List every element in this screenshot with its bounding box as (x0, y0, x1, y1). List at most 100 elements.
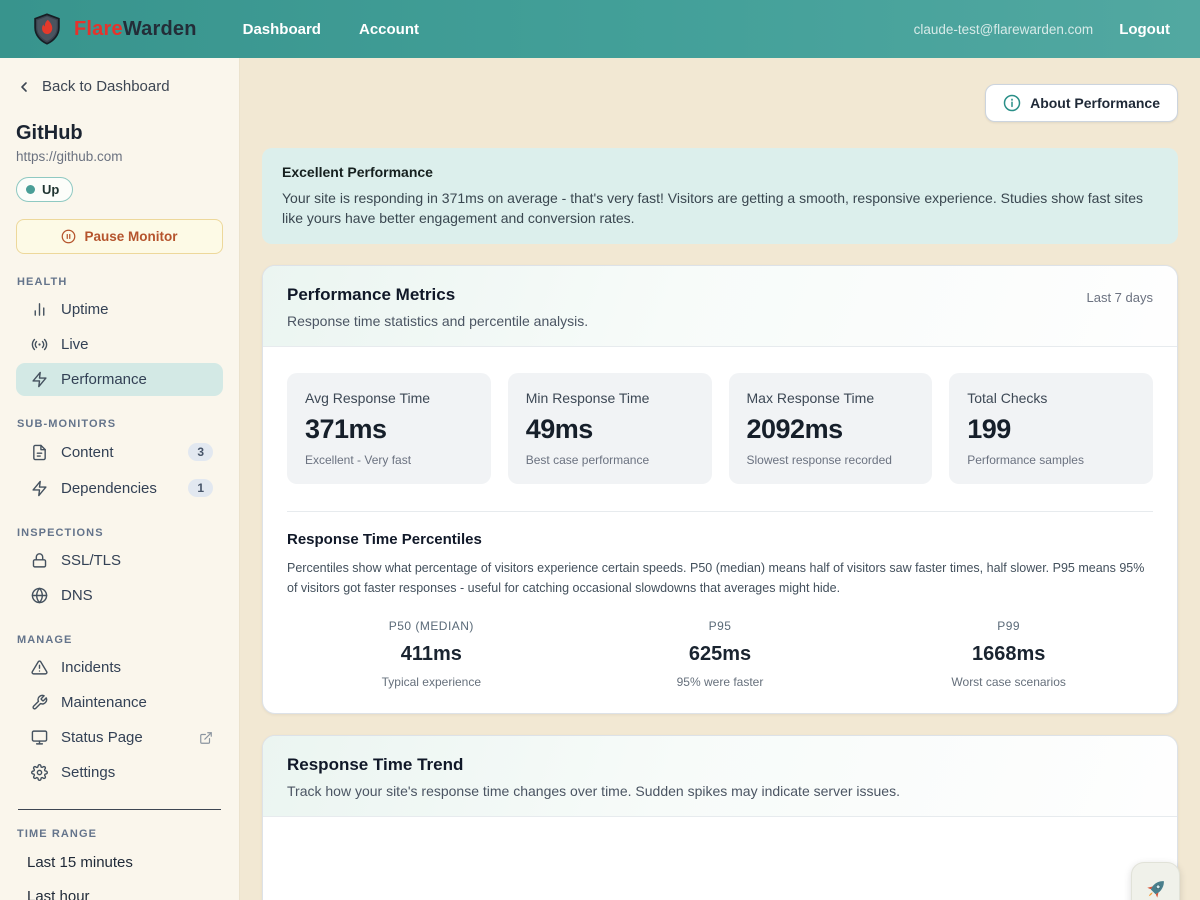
brand-logo[interactable]: FlareWarden (30, 12, 197, 46)
percentile-note: 95% were faster (576, 675, 865, 689)
sidebar-item-live[interactable]: Live (16, 328, 223, 361)
monitor-icon (31, 729, 48, 746)
response-time-trend-card: Response Time Trend Track how your site'… (262, 735, 1178, 900)
status-label: Up (42, 182, 59, 197)
sidebar-item-label: Incidents (61, 659, 121, 676)
about-performance-button[interactable]: About Performance (985, 84, 1178, 122)
broadcast-icon (31, 336, 48, 353)
back-to-dashboard-link[interactable]: Back to Dashboard (16, 78, 223, 95)
sidebar-item-label: Settings (61, 764, 115, 781)
section-label-manage: MANAGE (17, 634, 223, 646)
sidebar-item-label: Performance (61, 371, 147, 388)
stat-note: Excellent - Very fast (305, 453, 473, 467)
document-icon (31, 444, 48, 461)
sidebar-item-label: Content (61, 444, 114, 461)
section-label-sub-monitors: SUB-MONITORS (17, 418, 223, 430)
sidebar-item-status-page[interactable]: Status Page (16, 721, 223, 754)
stat-value: 371ms (305, 414, 473, 445)
sidebar-item-ssl-tls[interactable]: SSL/TLS (16, 544, 223, 577)
performance-metrics-card: Performance Metrics Response time statis… (262, 265, 1178, 714)
sidebar-item-label: Maintenance (61, 694, 147, 711)
zap-icon (31, 371, 48, 388)
sidebar-item-label: SSL/TLS (61, 552, 121, 569)
pause-monitor-button[interactable]: Pause Monitor (16, 219, 223, 254)
percentile-note: Typical experience (287, 675, 576, 689)
sidebar-divider (18, 809, 221, 810)
nav-account[interactable]: Account (359, 21, 419, 38)
percentiles-title: Response Time Percentiles (287, 531, 1153, 548)
sidebar: Back to Dashboard GitHub https://github.… (0, 58, 240, 900)
alert-title: Excellent Performance (282, 164, 1158, 180)
section-label-inspections: INSPECTIONS (17, 527, 223, 539)
stat-label: Total Checks (967, 390, 1135, 406)
stat-note: Performance samples (967, 453, 1135, 467)
alert-body: Your site is responding in 371ms on aver… (282, 189, 1158, 228)
globe-icon (31, 587, 48, 604)
stat-label: Max Response Time (747, 390, 915, 406)
metrics-card-subtitle: Response time statistics and percentile … (287, 313, 588, 329)
sidebar-item-uptime[interactable]: Uptime (16, 293, 223, 326)
stat-label: Avg Response Time (305, 390, 473, 406)
sidebar-item-dns[interactable]: DNS (16, 579, 223, 612)
rocket-launcher-button[interactable] (1131, 862, 1180, 900)
percentile-label: P95 (576, 619, 865, 633)
stat-note: Slowest response recorded (747, 453, 915, 467)
stat-min-response-time: Min Response Time 49ms Best case perform… (508, 373, 712, 484)
status-badge: Up (16, 177, 73, 202)
sidebar-item-label: Uptime (61, 301, 109, 318)
section-label-time-range: TIME RANGE (17, 828, 223, 840)
account-email: claude-test@flarewarden.com (914, 22, 1094, 37)
time-range-last-15-minutes[interactable]: Last 15 minutes (16, 845, 223, 879)
performance-alert: Excellent Performance Your site is respo… (262, 148, 1178, 244)
back-to-dashboard-label: Back to Dashboard (42, 78, 170, 95)
sidebar-item-incidents[interactable]: Incidents (16, 651, 223, 684)
logout-button[interactable]: Logout (1119, 21, 1170, 38)
percentiles-description: Percentiles show what percentage of visi… (287, 559, 1153, 598)
brand-name: FlareWarden (74, 18, 197, 41)
sidebar-item-maintenance[interactable]: Maintenance (16, 686, 223, 719)
alert-triangle-icon (31, 659, 48, 676)
shield-flame-logo-icon (30, 12, 64, 46)
trend-chart-area (263, 817, 1177, 900)
percentile-p95: P95 625ms 95% were faster (576, 619, 865, 689)
percentile-label: P50 (MEDIAN) (287, 619, 576, 633)
dependencies-count-badge: 1 (188, 479, 213, 497)
sidebar-item-settings[interactable]: Settings (16, 756, 223, 789)
lock-icon (31, 552, 48, 569)
percentile-p50: P50 (MEDIAN) 411ms Typical experience (287, 619, 576, 689)
percentile-value: 411ms (287, 643, 576, 666)
stat-max-response-time: Max Response Time 2092ms Slowest respons… (729, 373, 933, 484)
time-range-last-hour[interactable]: Last hour (16, 879, 223, 900)
top-nav-links: Dashboard Account (243, 21, 419, 38)
percentile-label: P99 (864, 619, 1153, 633)
sidebar-item-performance[interactable]: Performance (16, 363, 223, 396)
sidebar-item-content[interactable]: Content 3 (16, 435, 223, 469)
monitor-name: GitHub (16, 122, 223, 145)
sidebar-item-dependencies[interactable]: Dependencies 1 (16, 471, 223, 505)
stat-value: 199 (967, 414, 1135, 445)
nav-dashboard[interactable]: Dashboard (243, 21, 321, 38)
metrics-card-title: Performance Metrics (287, 285, 588, 305)
chevron-left-icon (16, 79, 32, 95)
monitor-url: https://github.com (16, 149, 223, 164)
top-navbar: FlareWarden Dashboard Account claude-tes… (0, 0, 1200, 58)
trend-card-title: Response Time Trend (287, 755, 900, 775)
trend-card-subtitle: Track how your site's response time chan… (287, 783, 900, 799)
status-up-dot-icon (26, 185, 35, 194)
wrench-icon (31, 694, 48, 711)
sidebar-item-label: DNS (61, 587, 93, 604)
pause-monitor-label: Pause Monitor (84, 229, 177, 244)
metrics-period-label: Last 7 days (1087, 285, 1154, 305)
percentile-value: 625ms (576, 643, 865, 666)
stat-value: 2092ms (747, 414, 915, 445)
stat-avg-response-time: Avg Response Time 371ms Excellent - Very… (287, 373, 491, 484)
about-performance-label: About Performance (1030, 95, 1160, 111)
external-link-icon (199, 731, 213, 745)
bar-chart-icon (31, 301, 48, 318)
rocket-icon (1143, 876, 1169, 900)
sidebar-item-label: Dependencies (61, 480, 157, 497)
percentiles-section: Response Time Percentiles Percentiles sh… (287, 511, 1153, 689)
main-content: About Performance Excellent Performance … (240, 58, 1200, 900)
stat-value: 49ms (526, 414, 694, 445)
stat-total-checks: Total Checks 199 Performance samples (949, 373, 1153, 484)
